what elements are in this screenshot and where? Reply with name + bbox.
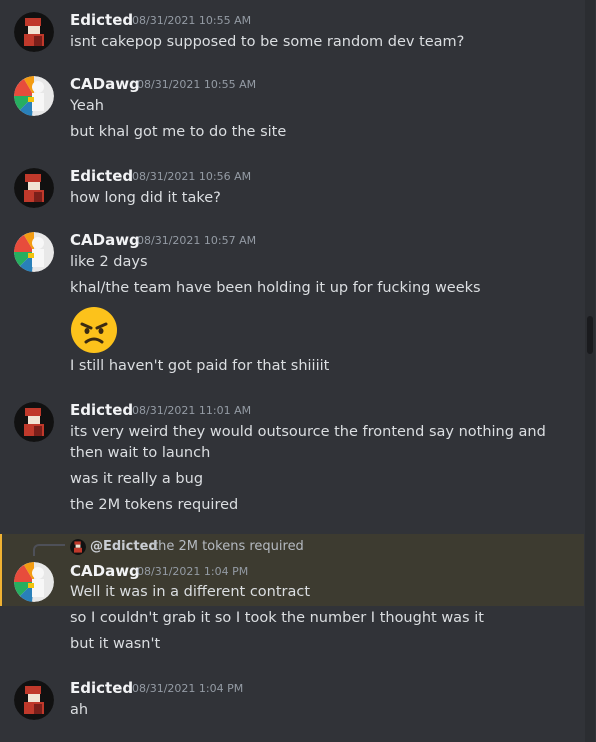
author-name[interactable]: Edicted [70,678,133,698]
avatar-edicted[interactable] [14,168,54,208]
avatar-edicted[interactable] [14,680,54,720]
message-list: Edicted 08/31/2021 10:55 AM isnt cakepop… [0,0,584,742]
timestamp: 08/31/2021 10:55 AM [132,14,252,27]
reply-preview-text[interactable]: the 2M tokens required [153,538,304,556]
author-name[interactable]: CADawg [70,230,140,250]
message-text: how long did it take? [70,190,221,206]
message-text: like 2 days [70,254,148,270]
avatar-edicted[interactable] [14,12,54,52]
timestamp: 08/31/2021 1:04 PM [137,565,249,578]
message-text: I still haven't got paid for that shiiii… [70,358,330,374]
author-name[interactable]: CADawg [70,561,140,581]
reply-avatar-edicted[interactable] [70,539,86,555]
message-text: khal/the team have been holding it up fo… [70,280,481,296]
author-name[interactable]: Edicted [70,400,133,420]
message-text: then wait to launch [70,445,211,461]
message-text: was it really a bug [70,471,204,487]
reply-mention[interactable]: @Edicted [90,538,158,556]
timestamp: 08/31/2021 11:01 AM [132,404,252,417]
angry-face-emoji[interactable] [70,306,118,354]
author-name[interactable]: Edicted [70,10,133,30]
reply-connector [33,544,65,556]
message-text: its very weird they would outsource the … [70,424,546,440]
author-name[interactable]: Edicted [70,166,133,186]
scrollbar-thumb[interactable] [587,316,593,354]
timestamp: 08/31/2021 10:57 AM [137,234,257,247]
avatar-edicted[interactable] [14,402,54,442]
mention-highlight-bar [0,534,2,606]
timestamp: 08/31/2021 10:55 AM [137,78,257,91]
avatar-cadawg[interactable] [14,76,54,116]
message-text: Yeah [70,98,104,114]
message-text: isnt cakepop supposed to be some random … [70,34,465,50]
message-text: the 2M tokens required [70,497,239,513]
timestamp: 08/31/2021 1:04 PM [132,682,244,695]
avatar-cadawg[interactable] [14,232,54,272]
message-text: but it wasn't [70,636,161,652]
message-text: but khal got me to do the site [70,124,287,140]
avatar-cadawg[interactable] [14,562,54,602]
message-text: ah [70,702,89,718]
message-text: Well it was in a different contract [70,584,311,600]
message-text: so I couldn't grab it so I took the numb… [70,610,484,626]
scrollbar-track[interactable] [585,0,595,742]
timestamp: 08/31/2021 10:56 AM [132,170,252,183]
author-name[interactable]: CADawg [70,74,140,94]
